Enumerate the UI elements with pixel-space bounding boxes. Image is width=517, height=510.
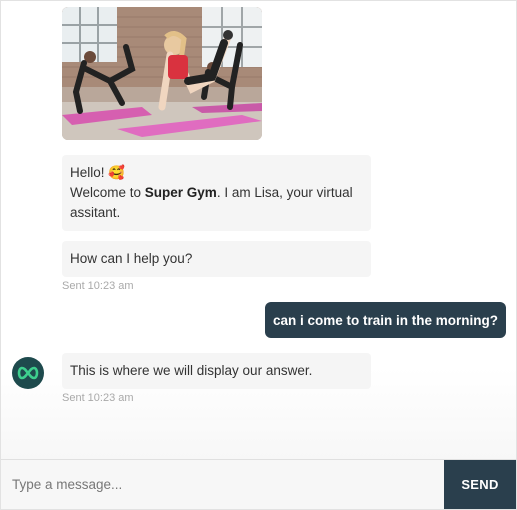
message-input[interactable] (1, 460, 445, 509)
greeting-text: Hello! (70, 165, 105, 180)
help-prompt-bubble: How can I help you? (62, 241, 371, 277)
welcome-text: Welcome to Super Gym. I am Lisa, your vi… (70, 183, 363, 223)
infinity-logo-icon (17, 366, 39, 380)
smiling-face-emoji-icon: 🥰 (108, 165, 126, 180)
message-list[interactable]: Hello! 🥰 Welcome to Super Gym. I am Lisa… (1, 1, 516, 459)
message-composer: SEND (1, 459, 516, 509)
user-message-bubble: can i come to train in the morning? (264, 302, 506, 338)
gym-name: Super Gym (144, 185, 217, 200)
send-button[interactable]: SEND (444, 460, 516, 509)
gym-photo (62, 7, 262, 140)
bot-avatar (12, 357, 44, 389)
chat-window: Hello! 🥰 Welcome to Super Gym. I am Lisa… (0, 0, 517, 510)
sent-timestamp: Sent 10:23 am (62, 280, 134, 292)
greeting-line: Hello! 🥰 (70, 163, 363, 183)
sent-timestamp: Sent 10:23 am (62, 392, 134, 404)
greeting-bubble: Hello! 🥰 Welcome to Super Gym. I am Lisa… (62, 155, 371, 231)
bot-answer-bubble: This is where we will display our answer… (62, 353, 371, 389)
welcome-prefix: Welcome to (70, 185, 145, 200)
